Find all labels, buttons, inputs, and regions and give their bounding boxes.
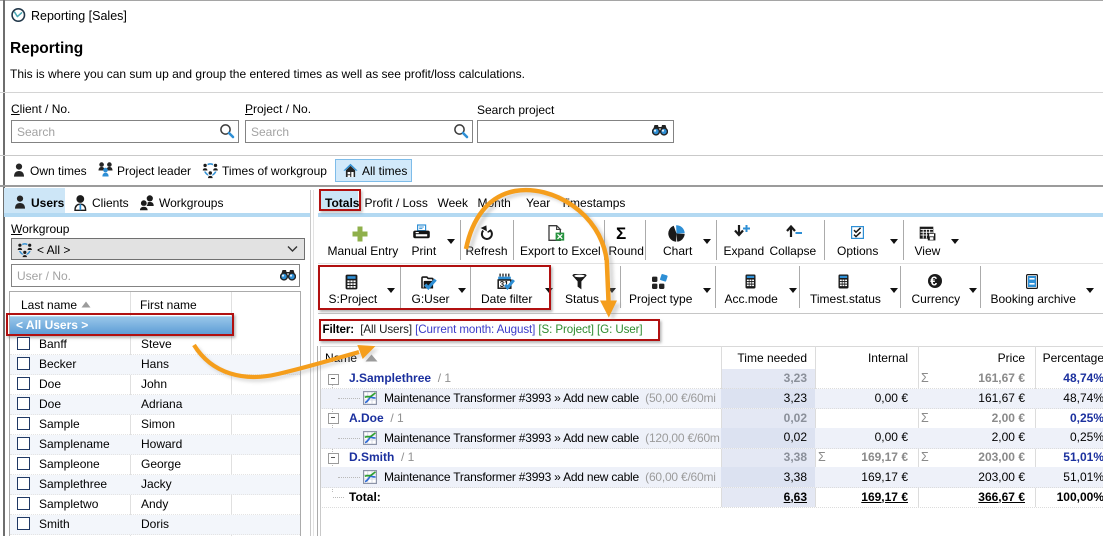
svg-text:€: € xyxy=(930,274,937,288)
